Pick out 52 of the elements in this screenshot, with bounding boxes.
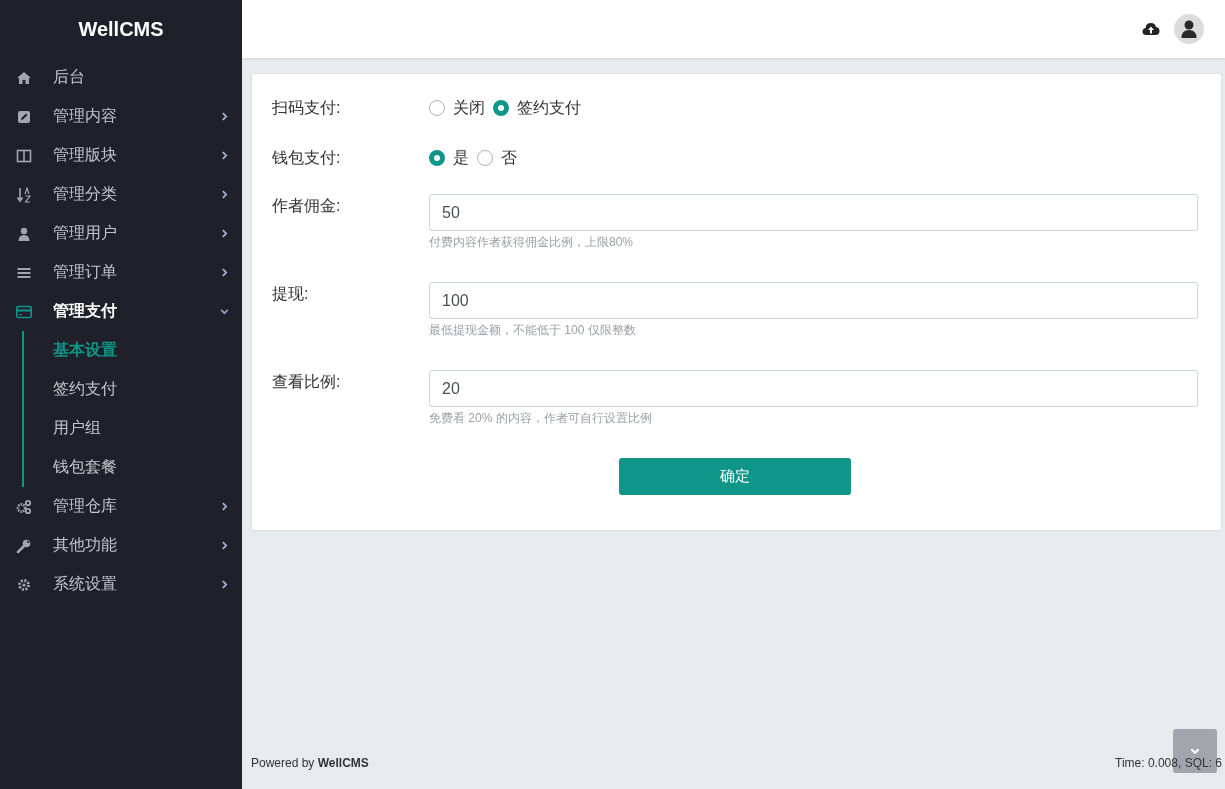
radio-label: 是 bbox=[453, 147, 469, 168]
radio-option[interactable]: 是 bbox=[429, 147, 469, 169]
submenu-item[interactable]: 钱包套餐 bbox=[24, 448, 242, 487]
input-field[interactable]: 100 bbox=[429, 282, 1198, 319]
radio-option[interactable]: 关闭 bbox=[429, 97, 485, 119]
stats-text: Time: 0.008, SQL: 6 bbox=[1115, 756, 1222, 770]
input-field[interactable]: 20 bbox=[429, 370, 1198, 407]
help-text: 付费内容作者获得佣金比例，上限80% bbox=[429, 234, 635, 251]
powered-by-text: Powered by WellCMS bbox=[251, 756, 369, 770]
input-field[interactable]: 50 bbox=[429, 194, 1198, 231]
gears-icon bbox=[16, 498, 32, 515]
radio-label: 签约支付 bbox=[517, 97, 581, 118]
pencil-square-icon bbox=[16, 108, 32, 125]
submenu-item[interactable]: 基本设置 bbox=[24, 331, 242, 370]
sidebar-item[interactable]: 管理仓库 bbox=[0, 487, 242, 526]
brand-logo: WellCMS bbox=[77, 16, 165, 42]
field-label: 提现: bbox=[272, 284, 310, 304]
radio-button[interactable] bbox=[493, 100, 509, 116]
help-text: 免费看 20% 的内容，作者可自行设置比例 bbox=[429, 410, 653, 427]
field-label: 钱包支付: bbox=[272, 148, 342, 168]
sidebar-item[interactable]: 管理版块 bbox=[0, 136, 242, 175]
sidebar-item[interactable]: 管理分类 bbox=[0, 175, 242, 214]
settings-icon bbox=[16, 576, 32, 593]
sidebar-item[interactable]: 后台 bbox=[0, 58, 242, 97]
field-label: 查看比例: bbox=[272, 372, 342, 392]
wrench-icon bbox=[16, 537, 32, 554]
radio-button[interactable] bbox=[429, 150, 445, 166]
sidebar-item[interactable]: 系统设置 bbox=[0, 565, 242, 604]
sidebar-item[interactable]: 管理内容 bbox=[0, 97, 242, 136]
field-label: 扫码支付: bbox=[272, 98, 342, 118]
radio-label: 否 bbox=[501, 147, 517, 168]
sidebar-item[interactable]: 管理用户 bbox=[0, 214, 242, 253]
sidebar-item[interactable]: 管理订单 bbox=[0, 253, 242, 292]
sidebar-item[interactable]: 管理支付 bbox=[0, 292, 242, 331]
radio-option[interactable]: 签约支付 bbox=[493, 97, 581, 119]
submenu-item[interactable]: 签约支付 bbox=[24, 370, 242, 409]
confirm-button[interactable]: 确定 bbox=[619, 458, 851, 495]
radio-option[interactable]: 否 bbox=[477, 147, 517, 169]
radio-button[interactable] bbox=[429, 100, 445, 116]
field-label: 作者佣金: bbox=[272, 196, 342, 216]
credit-card-icon bbox=[16, 303, 32, 320]
radio-label: 关闭 bbox=[453, 97, 485, 118]
columns-icon bbox=[16, 147, 32, 164]
cloud-upload-icon[interactable] bbox=[1142, 22, 1160, 36]
user-icon bbox=[16, 225, 32, 242]
sort-icon bbox=[16, 186, 32, 203]
avatar-icon[interactable] bbox=[1174, 14, 1204, 44]
sidebar-item[interactable]: 其他功能 bbox=[0, 526, 242, 565]
help-text: 最低提现金额，不能低于 100 仅限整数 bbox=[429, 322, 637, 339]
submenu-item[interactable]: 用户组 bbox=[24, 409, 242, 448]
radio-button[interactable] bbox=[477, 150, 493, 166]
home-icon bbox=[16, 69, 32, 86]
